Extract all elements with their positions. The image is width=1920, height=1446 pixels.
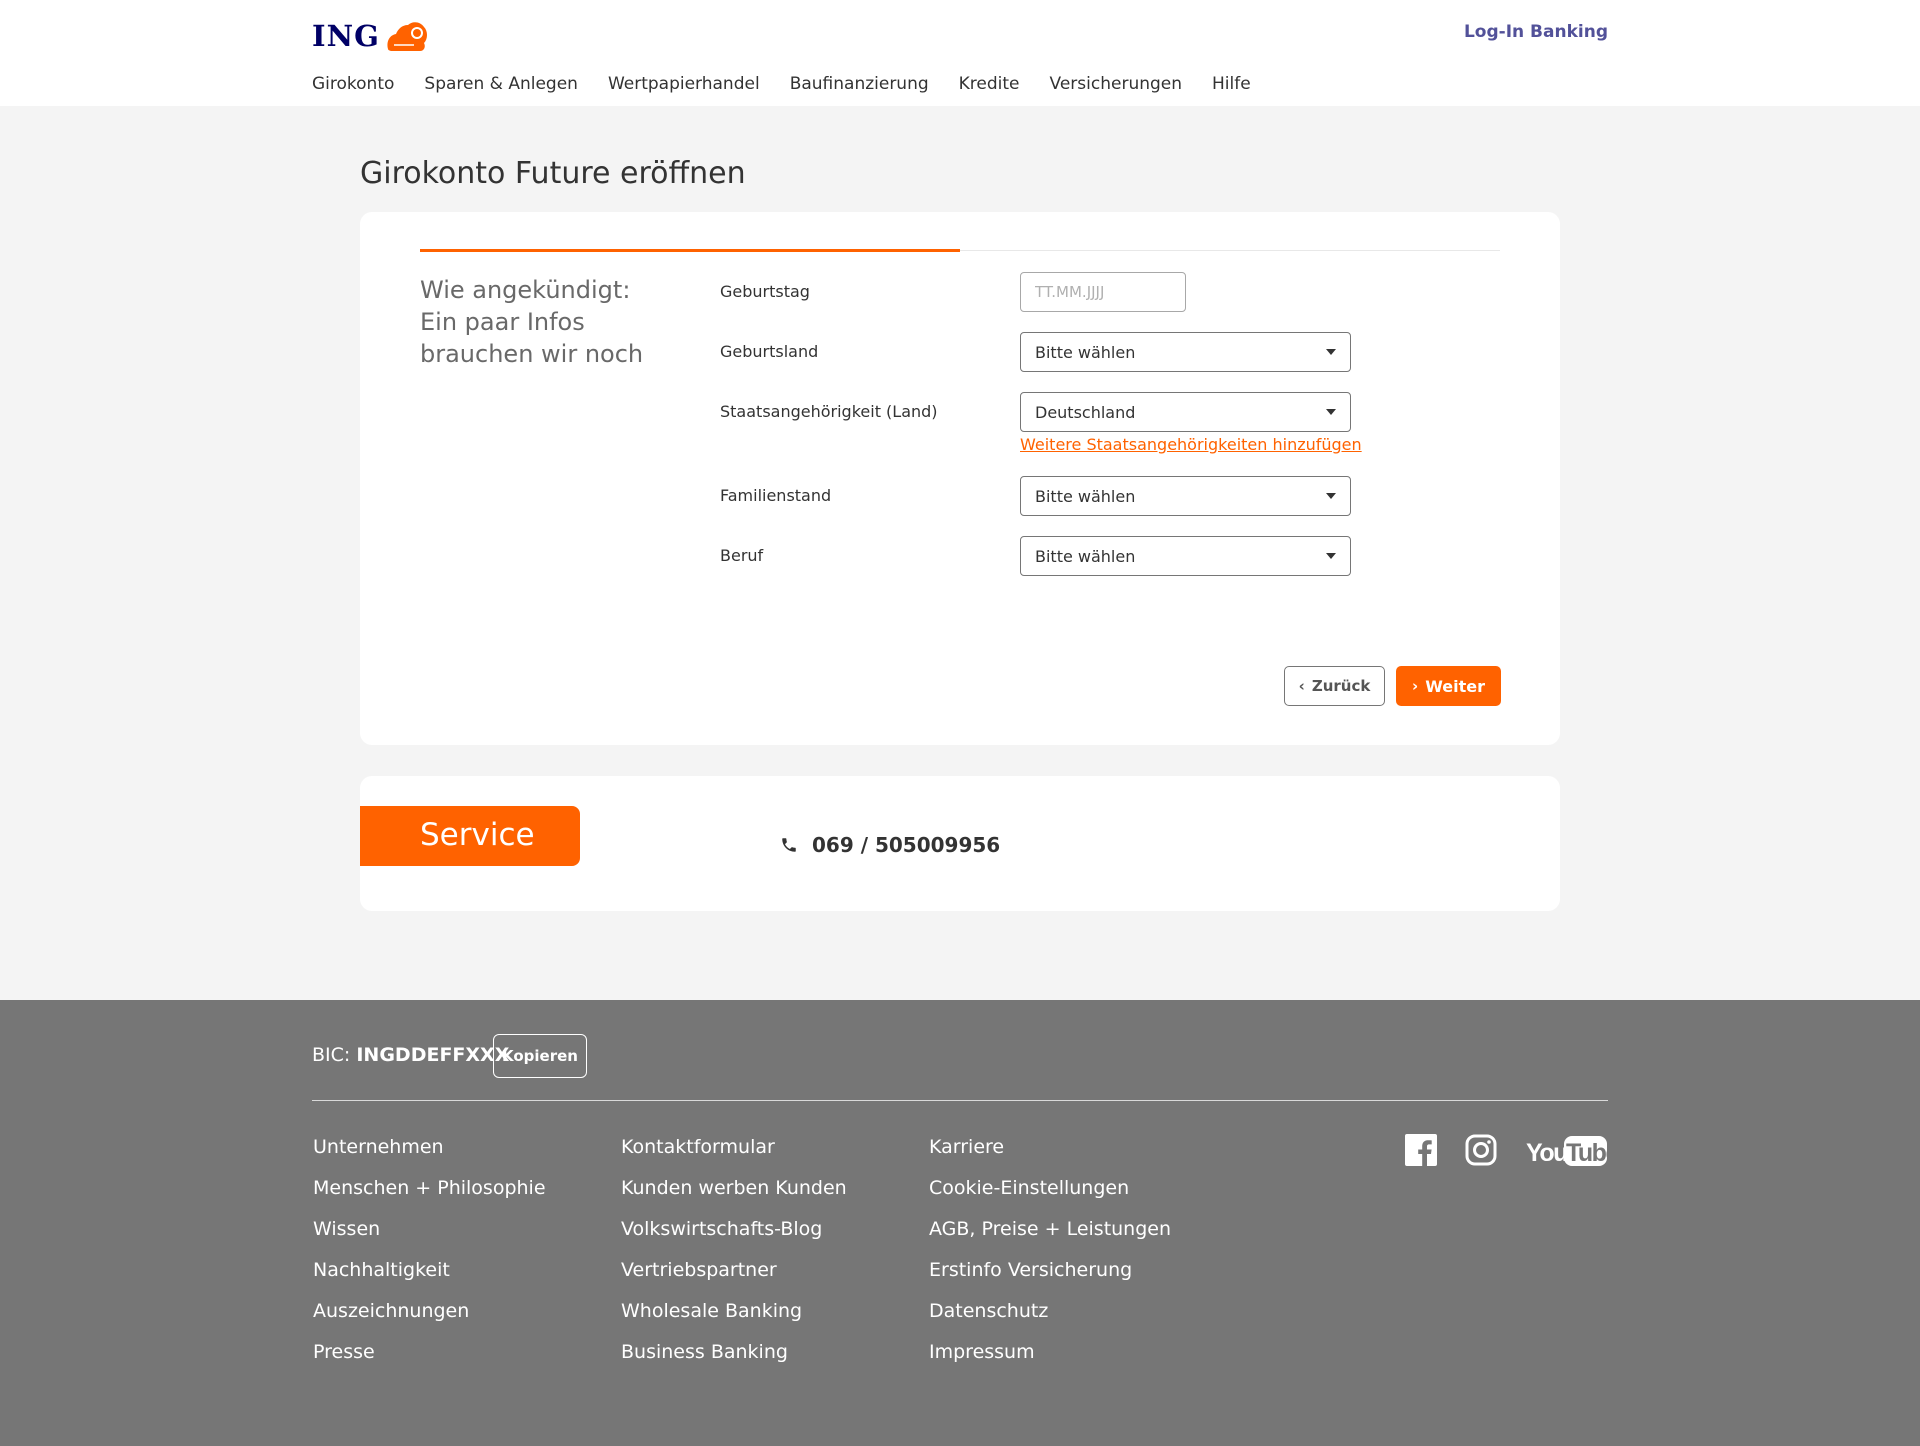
site-footer: BIC: INGDDEFFXXX Kopieren Unternehmen Me… [0,1000,1920,1446]
form-card: Wie angekündigt: Ein paar Infos brauchen… [360,212,1560,745]
footer-link-vertriebspartner[interactable]: Vertriebspartner [621,1259,847,1300]
birth-country-value: Bitte wählen [1035,343,1136,362]
birthday-row: Geburtstag [720,272,1420,312]
bic-prefix: BIC: [312,1044,351,1066]
footer-link-wholesale-banking[interactable]: Wholesale Banking [621,1300,847,1341]
footer-link-unternehmen[interactable]: Unternehmen [313,1136,546,1177]
footer-column-3: Karriere Cookie-Einstellungen AGB, Preis… [929,1136,1171,1382]
caret-down-icon [1326,553,1336,559]
footer-link-datenschutz[interactable]: Datenschutz [929,1300,1171,1341]
phone-number: 069 / 505009956 [812,833,1001,857]
footer-link-karriere[interactable]: Karriere [929,1136,1171,1177]
back-button[interactable]: ‹ Zurück [1284,666,1385,706]
nav-item-baufinanzierung[interactable]: Baufinanzierung [790,74,929,94]
footer-link-kontaktformular[interactable]: Kontaktformular [621,1136,847,1177]
page-title: Girokonto Future eröffnen [360,156,746,191]
nav-item-sparen-anlegen[interactable]: Sparen & Anlegen [424,74,578,94]
progress-fill [420,249,960,252]
nationality-value: Deutschland [1035,403,1136,422]
nationality-select[interactable]: Deutschland [1020,392,1351,432]
instagram-link[interactable] [1465,1134,1497,1166]
footer-link-presse[interactable]: Presse [313,1341,546,1382]
nav-item-girokonto[interactable]: Girokonto [312,74,394,94]
footer-link-auszeichnungen[interactable]: Auszeichnungen [313,1300,546,1341]
footer-link-wissen[interactable]: Wissen [313,1218,546,1259]
chevron-right-icon: › [1412,677,1419,695]
footer-link-kunden-werben-kunden[interactable]: Kunden werben Kunden [621,1177,847,1218]
bic-info: BIC: INGDDEFFXXX [312,1044,509,1066]
site-header: ING Log-In Banking Girokonto Sparen & An… [0,0,1920,106]
next-button-label: Weiter [1425,676,1485,696]
service-tab: Service [360,806,580,866]
youtube-link[interactable]: You Tube [1526,1134,1608,1168]
service-phone[interactable]: 069 / 505009956 [780,833,1000,857]
ing-logo[interactable]: ING [312,16,430,56]
birth-country-select[interactable]: Bitte wählen [1020,332,1351,372]
bic-value: INGDDEFFXXX [356,1044,510,1066]
profession-row: Beruf Bitte wählen [720,536,1420,576]
svg-text:Tube: Tube [1566,1139,1608,1167]
nationality-label: Staatsangehörigkeit (Land) [720,402,938,421]
login-banking-link[interactable]: Log-In Banking [1464,22,1608,42]
add-nationality-link[interactable]: Weitere Staatsangehörigkeiten hinzufügen [1020,435,1362,454]
main-navigation: Girokonto Sparen & Anlegen Wertpapierhan… [312,74,1281,94]
service-title: Service [420,817,535,853]
footer-link-cookie-einstellungen[interactable]: Cookie-Einstellungen [929,1177,1171,1218]
footer-link-nachhaltigkeit[interactable]: Nachhaltigkeit [313,1259,546,1300]
nationality-row: Staatsangehörigkeit (Land) Deutschland [720,392,1420,432]
footer-column-2: Kontaktformular Kunden werben Kunden Vol… [621,1136,847,1382]
footer-link-volkswirtschafts-blog[interactable]: Volkswirtschafts-Blog [621,1218,847,1259]
caret-down-icon [1326,349,1336,355]
footer-link-menschen-philosophie[interactable]: Menschen + Philosophie [313,1177,546,1218]
brand-name: ING [312,19,380,53]
footer-link-agb-preise-leistungen[interactable]: AGB, Preise + Leistungen [929,1218,1171,1259]
footer-link-erstinfo-versicherung[interactable]: Erstinfo Versicherung [929,1259,1171,1300]
profession-select[interactable]: Bitte wählen [1020,536,1351,576]
footer-link-business-banking[interactable]: Business Banking [621,1341,847,1382]
service-card: Service 069 / 505009956 [360,776,1560,911]
nav-item-versicherungen[interactable]: Versicherungen [1050,74,1182,94]
form-intro: Wie angekündigt: Ein paar Infos brauchen… [420,276,644,368]
next-button[interactable]: › Weiter [1396,666,1501,706]
marital-status-select[interactable]: Bitte wählen [1020,476,1351,516]
caret-down-icon [1326,493,1336,499]
profession-label: Beruf [720,546,764,565]
marital-status-value: Bitte wählen [1035,487,1136,506]
facebook-icon [1405,1134,1437,1166]
footer-column-1: Unternehmen Menschen + Philosophie Wisse… [313,1136,546,1382]
nav-item-wertpapierhandel[interactable]: Wertpapierhandel [608,74,760,94]
birth-country-label: Geburtsland [720,342,819,361]
birth-country-row: Geburtsland Bitte wählen [720,332,1420,372]
profession-value: Bitte wählen [1035,547,1136,566]
nav-item-hilfe[interactable]: Hilfe [1212,74,1251,94]
youtube-icon: You Tube [1526,1136,1608,1167]
birthday-input[interactable] [1020,272,1186,312]
phone-icon [782,838,796,852]
lion-icon [387,22,427,51]
marital-status-row: Familienstand Bitte wählen [720,476,1420,516]
back-button-label: Zurück [1311,677,1371,695]
svg-text:You: You [1526,1139,1567,1167]
facebook-link[interactable] [1405,1134,1437,1166]
footer-link-impressum[interactable]: Impressum [929,1341,1171,1382]
birthday-label: Geburtstag [720,282,810,301]
instagram-icon [1465,1134,1497,1166]
nav-item-kredite[interactable]: Kredite [959,74,1020,94]
marital-status-label: Familienstand [720,486,832,505]
caret-down-icon [1326,409,1336,415]
footer-divider [312,1100,1608,1101]
copy-bic-button[interactable]: Kopieren [493,1034,587,1078]
chevron-left-icon: ‹ [1298,677,1305,695]
